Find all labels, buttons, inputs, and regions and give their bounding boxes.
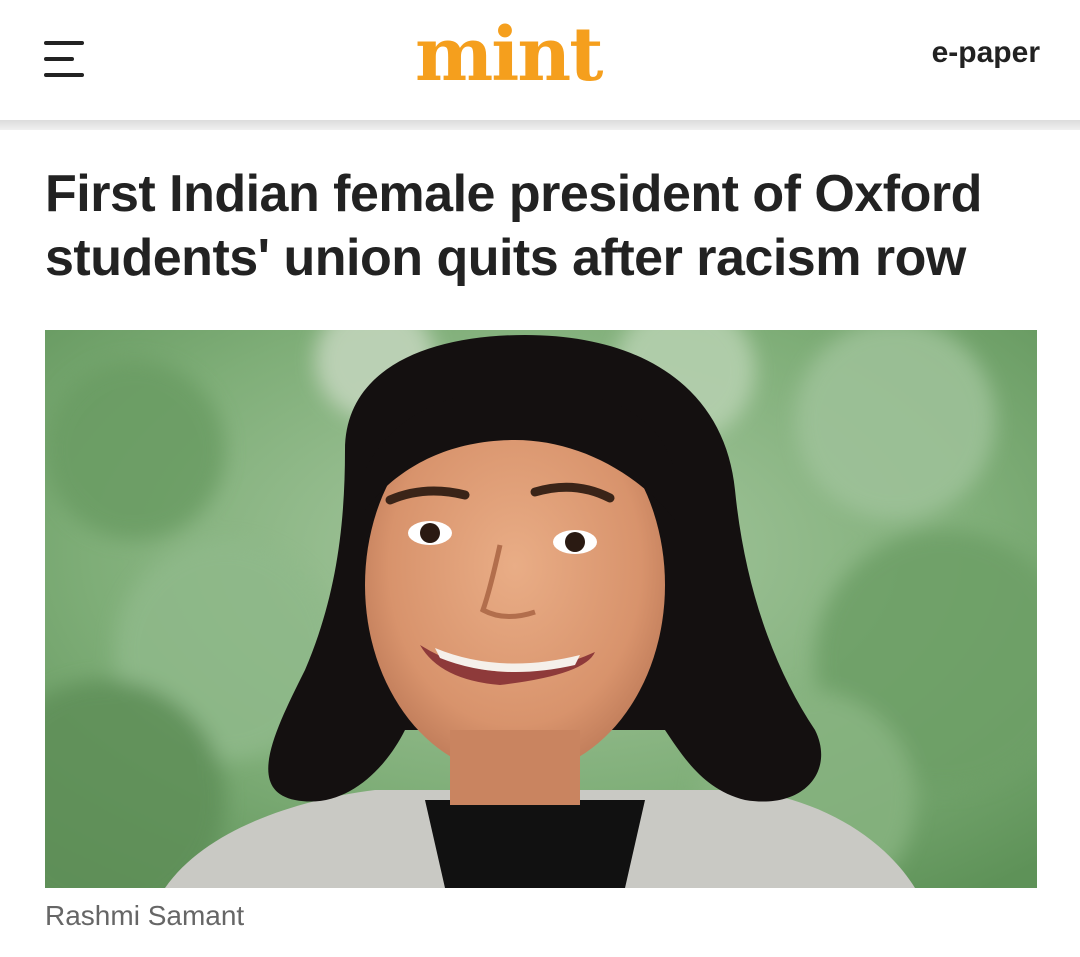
epaper-link[interactable]: e-paper: [932, 36, 1040, 70]
image-caption: Rashmi Samant: [45, 900, 245, 931]
logo-text: mint: [415, 12, 603, 98]
article-photo: [45, 330, 1037, 888]
article-headline: First Indian female president of Oxford …: [45, 165, 982, 287]
top-nav-bar: mint e-paper: [0, 0, 1080, 120]
mint-logo[interactable]: mint: [415, 8, 615, 98]
hamburger-menu-icon[interactable]: [40, 38, 88, 82]
header-divider: [0, 120, 1080, 130]
